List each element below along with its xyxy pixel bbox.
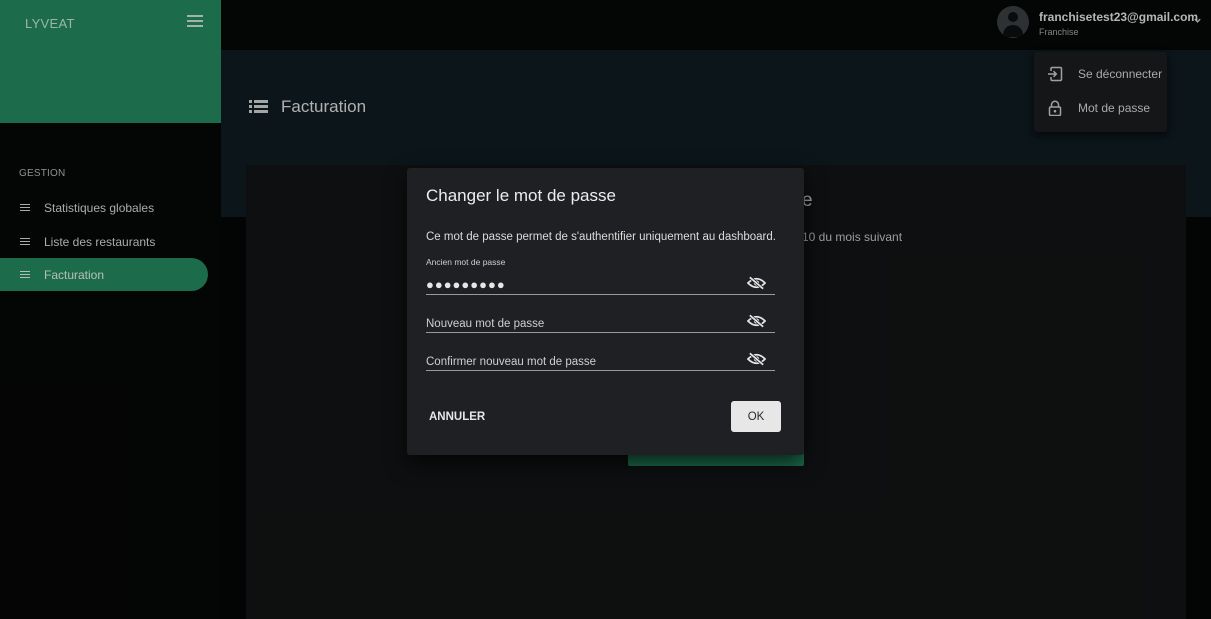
confirm-password-field <box>426 341 775 371</box>
new-password-field <box>426 303 775 333</box>
confirm-password-input[interactable] <box>426 356 736 368</box>
new-password-input[interactable] <box>426 318 736 330</box>
old-password-field <box>426 265 775 295</box>
change-password-dialog: Changer le mot de passe Ce mot de passe … <box>407 168 804 455</box>
dialog-description: Ce mot de passe permet de s'authentifier… <box>426 231 776 243</box>
cancel-button[interactable]: ANNULER <box>423 403 491 431</box>
old-password-input[interactable] <box>426 277 736 292</box>
dialog-title: Changer le mot de passe <box>426 186 616 205</box>
eye-off-icon[interactable] <box>747 314 766 328</box>
eye-off-icon[interactable] <box>747 352 766 366</box>
eye-off-icon[interactable] <box>747 276 766 290</box>
ok-button[interactable]: OK <box>731 401 781 432</box>
app-root: LYVEAT GESTION Statistiques globales Lis… <box>0 0 1211 619</box>
